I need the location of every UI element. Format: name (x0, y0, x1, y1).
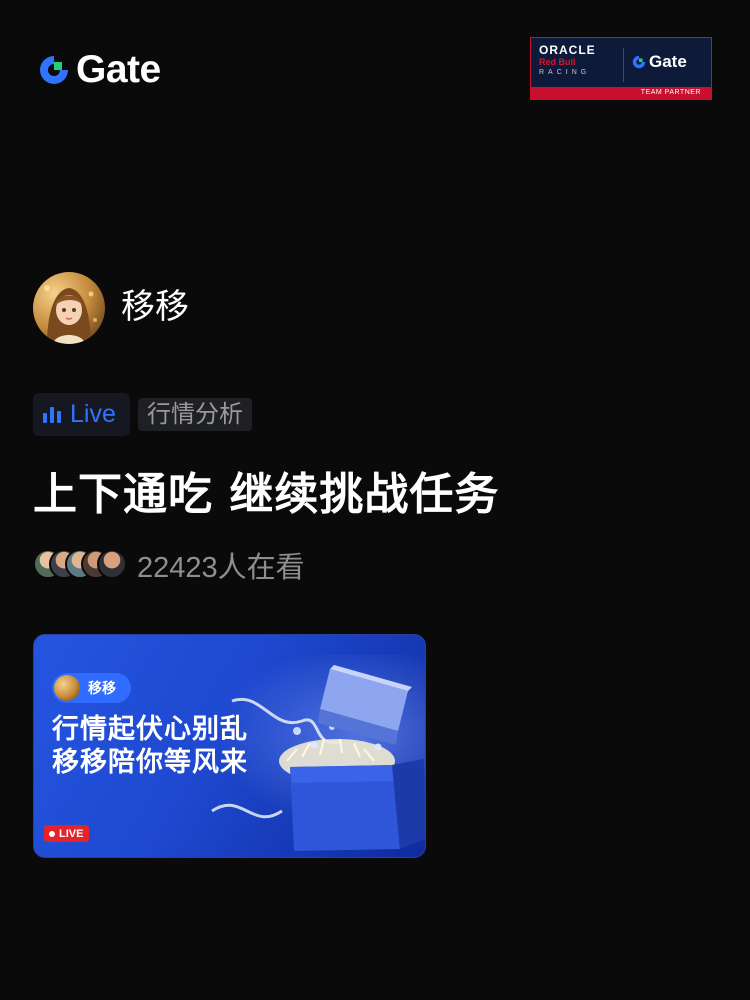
cover-host-pill: 移移 (52, 673, 131, 703)
cover-host-avatar (54, 675, 80, 701)
redbull-text: Red Bull (539, 57, 576, 67)
live-bars-icon (43, 406, 61, 423)
stream-cover-card[interactable]: 移移 行情起伏心别乱 移移陪你等风来 LIVE (33, 634, 426, 858)
live-dot-icon (49, 830, 55, 837)
gate-logo-text: Gate (76, 48, 161, 91)
oracle-text: ORACLE (539, 43, 596, 57)
cover-headline-line2: 移移陪你等风来 (52, 747, 248, 778)
viewer-row: 22423人在看 (33, 547, 305, 584)
category-tag: 行情分析 (138, 398, 252, 431)
gate-logo: Gate (36, 48, 161, 91)
racing-text: RACING (539, 69, 591, 76)
partner-gate-logo: Gate (631, 52, 687, 72)
host-avatar[interactable] (33, 272, 105, 344)
live-tag-label: Live (70, 400, 116, 428)
cover-live-label: LIVE (59, 827, 84, 840)
oracle-redbull-partner-badge: ORACLE Red Bull RACING Gate TEAM PARTNER (530, 37, 712, 100)
cover-live-badge: LIVE (44, 825, 90, 842)
live-tag: Live (33, 393, 130, 436)
stream-title: 上下通吃 继续挑战任务 (33, 469, 500, 520)
partner-gate-text: Gate (649, 52, 687, 71)
cover-host-name: 移移 (88, 681, 116, 697)
badge-divider (623, 48, 624, 82)
gate-small-icon (632, 55, 646, 69)
host-avatar-illustration (44, 285, 97, 344)
gate-logo-icon (40, 56, 68, 84)
host-name[interactable]: 移移 (121, 284, 189, 330)
viewer-avatar (97, 549, 127, 579)
cover-headline-line1: 行情起伏心别乱 (52, 714, 248, 745)
viewer-avatar-stack (33, 548, 129, 582)
viewer-count: 22423人在看 (137, 552, 305, 584)
team-partner-label: TEAM PARTNER (531, 87, 711, 99)
